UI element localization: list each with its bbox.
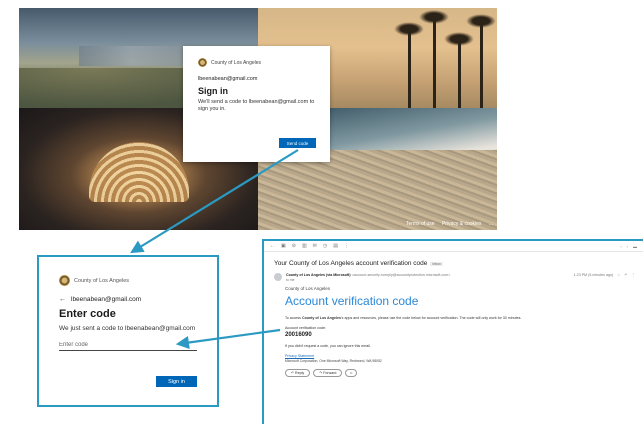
code-label: Account verification code: xyxy=(285,326,326,330)
pager: ‹ › ▬ xyxy=(620,244,637,249)
archive-icon[interactable]: ▣ xyxy=(281,243,286,249)
email-window: ← ▣ ⊘ ▥ ✉ ◷ ▤ ⋮ ‹ › ▬ Your County of Los… xyxy=(262,239,643,424)
verification-code: 20016090 xyxy=(285,332,312,338)
signin-title: Sign in xyxy=(198,86,228,96)
company-address: Microsoft Corporation, One Microsoft Way… xyxy=(285,359,382,363)
privacy-link[interactable]: Privacy & cookies xyxy=(442,221,481,227)
enter-code-title: Enter code xyxy=(59,308,116,320)
account-email: lbeenabean@gmail.com xyxy=(198,76,258,82)
email-toolbar: ← ▣ ⊘ ▥ ✉ ◷ ▤ ⋮ ‹ › ▬ xyxy=(264,241,643,252)
terms-link[interactable]: Terms of use xyxy=(406,221,435,227)
sign-in-button[interactable]: Sign in xyxy=(156,376,197,387)
keyboard-icon[interactable]: ▬ xyxy=(633,244,637,249)
privacy-statement-link[interactable]: Privacy Statement xyxy=(285,354,643,358)
org-name: County of Los Angeles xyxy=(74,277,130,284)
sender-address: <account-security-noreply@accountprotect… xyxy=(351,273,451,277)
county-seal-icon xyxy=(198,58,207,67)
org-logo: County of Los Angeles xyxy=(59,275,197,286)
more-icon[interactable]: ⋮ xyxy=(344,243,349,249)
email-subject: Your County of Los Angeles account verif… xyxy=(274,260,428,267)
back-row: ← lbeenabean@gmail.com xyxy=(59,296,197,303)
body-org: County of Los Angeles xyxy=(285,286,331,291)
county-seal-icon xyxy=(59,275,70,286)
ignore-note: If you didn't request a code, you can ig… xyxy=(285,344,371,348)
code-input[interactable] xyxy=(59,340,197,351)
more-options[interactable]: ... xyxy=(489,221,493,227)
forward-button[interactable]: ↷ Forward xyxy=(313,369,343,377)
emoji-button[interactable]: ☺ xyxy=(345,369,358,377)
org-name: County of Los Angeles xyxy=(211,59,262,66)
next-icon[interactable]: › xyxy=(627,244,628,249)
star-icon[interactable]: ☆ xyxy=(617,273,620,277)
recipient[interactable]: to me xyxy=(286,278,450,282)
email-body: County of Los Angeles Account verificati… xyxy=(264,282,643,377)
snooze-icon[interactable]: ◷ xyxy=(323,243,327,249)
subject-row: Your County of Los Angeles account verif… xyxy=(264,252,643,267)
enter-code-card: County of Los Angeles ← lbeenabean@gmail… xyxy=(37,255,219,407)
report-icon[interactable]: ⊘ xyxy=(292,243,296,249)
body-paragraph: To access County of Los Angeles's apps a… xyxy=(285,316,522,320)
signin-description: We'll send a code to lbeenabean@gmail.co… xyxy=(198,99,315,112)
delete-icon[interactable]: ▥ xyxy=(302,243,307,249)
date-row: 1:23 PM (5 minutes ago) ☆ ↶ ⋮ xyxy=(574,273,635,277)
signin-card: County of Los Angeles lbeenabean@gmail.c… xyxy=(183,46,330,162)
signin-footer: Terms of use Privacy & cookies ... xyxy=(400,221,493,227)
account-email: lbeenabean@gmail.com xyxy=(71,296,142,303)
send-code-button[interactable]: Send code xyxy=(279,138,316,148)
mark-unread-icon[interactable]: ✉ xyxy=(313,243,317,249)
sender-row: County of Los Angeles (via Microsoft) <a… xyxy=(264,267,643,282)
inbox-tag[interactable]: Inbox xyxy=(430,261,443,266)
verification-heading: Account verification code xyxy=(285,294,419,308)
back-icon[interactable]: ← xyxy=(270,243,275,249)
sender-avatar xyxy=(274,273,282,281)
email-date: 1:23 PM (5 minutes ago) xyxy=(573,273,614,277)
prev-icon[interactable]: ‹ xyxy=(620,244,621,249)
back-arrow-icon[interactable]: ← xyxy=(59,296,66,303)
annotated-screenshot: Terms of use Privacy & cookies ... Count… xyxy=(0,0,643,424)
org-logo: County of Los Angeles xyxy=(198,58,315,67)
reply-button[interactable]: ↶ Reply xyxy=(285,369,311,377)
more-icon[interactable]: ⋮ xyxy=(631,273,635,277)
email-actions: ↶ Reply ↷ Forward ☺ xyxy=(285,369,643,377)
reply-icon[interactable]: ↶ xyxy=(624,273,627,277)
enter-code-description: We just sent a code to lbeenabean@gmail.… xyxy=(59,325,196,332)
sender-line: County of Los Angeles (via Microsoft) <a… xyxy=(286,273,450,277)
move-icon[interactable]: ▤ xyxy=(333,243,338,249)
sender-name: County of Los Angeles (via Microsoft) xyxy=(286,273,351,277)
